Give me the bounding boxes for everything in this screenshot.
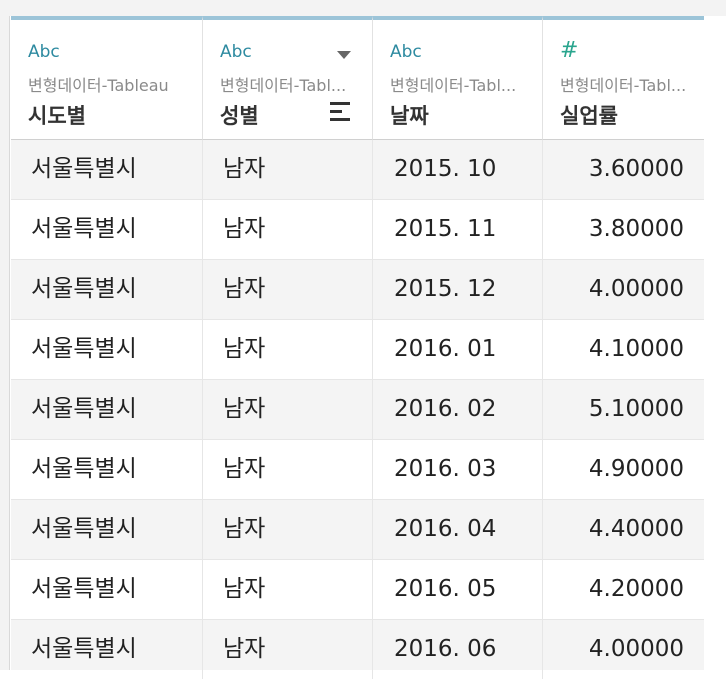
cell-rate: 4.10000 xyxy=(588,336,684,362)
cell-gender: 남자 xyxy=(203,620,373,679)
table-row[interactable]: 서울특별시 남자 2016. 01 4.10000 xyxy=(11,320,704,380)
cell-gender: 남자 xyxy=(203,500,373,559)
cell-rate: 5.10000 xyxy=(588,396,684,422)
cell-rate: 3.80000 xyxy=(588,216,684,242)
cell-rate: 4.00000 xyxy=(588,636,684,662)
column-title: 날짜 xyxy=(390,104,429,128)
cell-gender: 남자 xyxy=(203,200,373,259)
cell-date: 2016. 05 xyxy=(373,560,543,619)
cell-gender: 남자 xyxy=(203,140,373,199)
data-grid: Abc 변형데이터-Tableau 시도별 Abc 변형데이터-Tabl... … xyxy=(0,0,726,679)
table-row[interactable]: 서울특별시 남자 2015. 11 3.80000 xyxy=(11,200,704,260)
table-row[interactable]: 서울특별시 남자 2015. 12 4.00000 xyxy=(11,260,704,320)
column-source-label: 변형데이터-Tableau xyxy=(28,76,169,95)
cell-gender: 남자 xyxy=(203,560,373,619)
cell-region: 서울특별시 xyxy=(11,320,203,379)
cell-gender: 남자 xyxy=(203,380,373,439)
table-row[interactable]: 서울특별시 남자 2016. 05 4.20000 xyxy=(11,560,704,620)
cell-region: 서울특별시 xyxy=(11,440,203,499)
cell-region: 서울특별시 xyxy=(11,140,203,199)
cell-rate: 4.40000 xyxy=(588,516,684,542)
cell-region: 서울특별시 xyxy=(11,500,203,559)
column-source-label: 변형데이터-Tabl... xyxy=(390,76,517,95)
cell-rate: 4.90000 xyxy=(588,456,684,482)
string-type-icon: Abc xyxy=(220,42,252,62)
string-type-icon: Abc xyxy=(28,42,60,62)
cell-date: 2016. 04 xyxy=(373,500,543,559)
cell-date: 2015. 10 xyxy=(373,140,543,199)
column-source-label: 변형데이터-Tabl... xyxy=(560,76,687,95)
grid-right-margin xyxy=(704,16,726,670)
cell-date: 2016. 03 xyxy=(373,440,543,499)
cell-region: 서울특별시 xyxy=(11,260,203,319)
column-header-gender[interactable]: Abc 변형데이터-Tabl... 성별 xyxy=(203,16,373,140)
column-title: 실업률 xyxy=(560,104,618,128)
table-row[interactable]: 서울특별시 남자 2016. 03 4.90000 xyxy=(11,440,704,500)
cell-gender: 남자 xyxy=(203,320,373,379)
column-title: 성별 xyxy=(220,104,259,128)
column-title: 시도별 xyxy=(28,104,86,128)
cell-gender: 남자 xyxy=(203,260,373,319)
table-row[interactable]: 서울특별시 남자 2016. 06 4.00000 xyxy=(11,620,704,679)
cell-rate: 3.60000 xyxy=(588,156,684,182)
string-type-icon: Abc xyxy=(390,42,422,62)
cell-region: 서울특별시 xyxy=(11,560,203,619)
cell-rate: 4.00000 xyxy=(588,276,684,302)
table-row[interactable]: 서울특별시 남자 2016. 02 5.10000 xyxy=(11,380,704,440)
cell-region: 서울특별시 xyxy=(11,380,203,439)
cell-region: 서울특별시 xyxy=(11,200,203,259)
column-header-date[interactable]: Abc 변형데이터-Tabl... 날짜 xyxy=(373,16,543,140)
sort-icon[interactable] xyxy=(330,102,352,122)
table-row[interactable]: 서울특별시 남자 2016. 04 4.40000 xyxy=(11,500,704,560)
row-header-strip xyxy=(0,16,10,670)
column-header-rate[interactable]: # 변형데이터-Tabl... 실업률 xyxy=(543,16,704,140)
number-type-icon: # xyxy=(560,38,579,63)
cell-date: 2016. 06 xyxy=(373,620,543,679)
grid-top-bar xyxy=(0,0,726,16)
dropdown-caret-icon[interactable] xyxy=(336,46,352,59)
table-row[interactable]: 서울특별시 남자 2015. 10 3.60000 xyxy=(11,140,704,200)
cell-date: 2015. 12 xyxy=(373,260,543,319)
cell-date: 2016. 01 xyxy=(373,320,543,379)
cell-rate: 4.20000 xyxy=(588,576,684,602)
cell-region: 서울특별시 xyxy=(11,620,203,679)
column-source-label: 변형데이터-Tabl... xyxy=(220,76,347,95)
cell-date: 2016. 02 xyxy=(373,380,543,439)
cell-gender: 남자 xyxy=(203,440,373,499)
cell-date: 2015. 11 xyxy=(373,200,543,259)
column-header-region[interactable]: Abc 변형데이터-Tableau 시도별 xyxy=(11,16,203,140)
